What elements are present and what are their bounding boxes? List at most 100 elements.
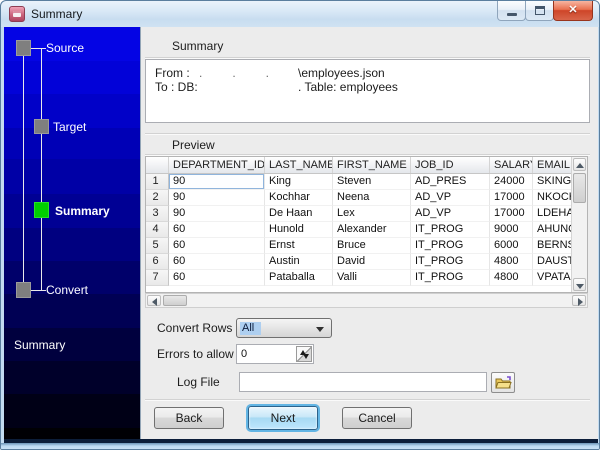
row-number[interactable]: 7: [146, 270, 169, 286]
table-cell[interactable]: DAUSTIN: [533, 254, 573, 270]
scroll-down-button[interactable]: [573, 278, 586, 291]
table-cell[interactable]: Alexander: [333, 222, 411, 238]
divider: [145, 133, 590, 134]
preview-table: DEPARTMENT_ID LAST_NAME FIRST_NAME JOB_ID SA…: [145, 156, 588, 293]
row-number[interactable]: 6: [146, 254, 169, 270]
table-cell[interactable]: AD_VP: [411, 190, 490, 206]
table-row: 390De HaanLexAD_VP17000LDEHAAN: [146, 206, 587, 222]
table-cell[interactable]: Lex: [333, 206, 411, 222]
step-marker-target: [34, 119, 49, 134]
log-file-label: Log File: [177, 375, 220, 389]
browse-log-file-button[interactable]: [491, 372, 515, 393]
table-cell[interactable]: IT_PROG: [411, 238, 490, 254]
spinner-control[interactable]: [296, 346, 312, 362]
table-cell[interactable]: AD_PRES: [411, 174, 490, 190]
sidebar-step-target: Target: [53, 120, 87, 134]
table-header-row: DEPARTMENT_ID LAST_NAME FIRST_NAME JOB_ID SA…: [146, 157, 587, 174]
table-cell[interactable]: King: [265, 174, 333, 190]
table-cell[interactable]: NKOCHH: [533, 190, 573, 206]
row-number[interactable]: 3: [146, 206, 169, 222]
table-cell[interactable]: 17000: [490, 190, 533, 206]
scroll-up-button[interactable]: [573, 158, 586, 171]
errors-to-allow-input[interactable]: 0: [236, 344, 314, 364]
log-file-input[interactable]: [239, 372, 487, 392]
table-cell[interactable]: 90: [169, 174, 265, 190]
back-button[interactable]: Back: [154, 407, 224, 429]
table-cell[interactable]: VPATABA: [533, 270, 573, 286]
table-cell[interactable]: AD_VP: [411, 206, 490, 222]
table-cell[interactable]: 9000: [490, 222, 533, 238]
table-cell[interactable]: Austin: [265, 254, 333, 270]
next-button[interactable]: Next: [248, 406, 318, 430]
table-cell[interactable]: 24000: [490, 174, 533, 190]
table-row: 560ErnstBruceIT_PROG6000BERNST: [146, 238, 587, 254]
column-header-department_id[interactable]: DEPARTMENT_ID: [169, 157, 265, 173]
table-row: 660AustinDavidIT_PROG4800DAUSTIN: [146, 254, 587, 270]
row-number[interactable]: 4: [146, 222, 169, 238]
table-cell[interactable]: 4800: [490, 270, 533, 286]
table-cell[interactable]: AHUNOL: [533, 222, 573, 238]
wizard-window: Summary ✕ Source Target Summary Convert …: [0, 0, 600, 450]
scroll-right-icon: [578, 298, 583, 306]
table-cell[interactable]: 6000: [490, 238, 533, 254]
scroll-right-button[interactable]: [572, 295, 586, 306]
table-body: 1 90 King Steven AD_PRES 24000 SKING 2 90 Kochhar…: [146, 174, 587, 286]
minimize-button[interactable]: [497, 1, 526, 21]
table-cell[interactable]: IT_PROG: [411, 254, 490, 270]
spinner-down-icon[interactable]: [303, 354, 309, 359]
table-cell[interactable]: Neena: [333, 190, 411, 206]
column-header-email[interactable]: EMAIL: [533, 157, 573, 173]
scroll-down-icon: [576, 284, 584, 289]
table-cell[interactable]: 90: [169, 190, 265, 206]
table-cell[interactable]: 60: [169, 270, 265, 286]
horizontal-scrollbar[interactable]: [145, 293, 588, 308]
scroll-left-button[interactable]: [147, 295, 161, 306]
step-marker-summary: [34, 202, 49, 218]
table-cell[interactable]: Pataballa: [265, 270, 333, 286]
row-number[interactable]: 2: [146, 190, 169, 206]
table-cell[interactable]: LDEHAAN: [533, 206, 573, 222]
table-cell[interactable]: 4800: [490, 254, 533, 270]
table-cell[interactable]: IT_PROG: [411, 270, 490, 286]
column-header-last_name[interactable]: LAST_NAME: [265, 157, 333, 173]
row-number[interactable]: 1: [146, 174, 169, 190]
maximize-button[interactable]: [525, 1, 554, 21]
table-cell[interactable]: 60: [169, 254, 265, 270]
table-cell[interactable]: Steven: [333, 174, 411, 190]
table-cell[interactable]: David: [333, 254, 411, 270]
title-bar[interactable]: Summary ✕: [1, 1, 599, 27]
app-icon-glyph: [13, 11, 21, 17]
table-cell[interactable]: Valli: [333, 270, 411, 286]
corner-header-cell: [146, 157, 169, 173]
convert-rows-value: All: [240, 322, 262, 335]
table-cell[interactable]: Bruce: [333, 238, 411, 254]
table-cell[interactable]: Hunold: [265, 222, 333, 238]
cancel-button[interactable]: Cancel: [342, 407, 412, 429]
convert-rows-select[interactable]: All: [236, 318, 332, 338]
row-number[interactable]: 5: [146, 238, 169, 254]
horizontal-scroll-thumb[interactable]: [163, 295, 187, 306]
table-cell[interactable]: De Haan: [265, 206, 333, 222]
table-cell[interactable]: 90: [169, 206, 265, 222]
vertical-scrollbar[interactable]: [571, 157, 587, 292]
table-cell[interactable]: 17000: [490, 206, 533, 222]
column-header-salary[interactable]: SALARY: [490, 157, 533, 173]
close-button[interactable]: ✕: [553, 1, 593, 21]
table-row: 290KochharNeenaAD_VP17000NKOCHH: [146, 190, 587, 206]
column-header-job_id[interactable]: JOB_ID: [411, 157, 490, 173]
table-cell[interactable]: Kochhar: [265, 190, 333, 206]
sidebar-step-convert: Convert: [46, 283, 89, 297]
table-cell[interactable]: Ernst: [265, 238, 333, 254]
sidebar-footer-label: Summary: [14, 338, 66, 352]
vertical-scroll-thumb[interactable]: [573, 173, 586, 203]
table-row: 760PataballaValliIT_PROG4800VPATABA: [146, 270, 587, 286]
table-cell[interactable]: BERNST: [533, 238, 573, 254]
step-marker-convert: [16, 282, 31, 298]
table-cell[interactable]: 60: [169, 238, 265, 254]
table-cell[interactable]: IT_PROG: [411, 222, 490, 238]
step-connector-line: [41, 48, 42, 290]
wizard-sidebar: Source Target Summary Convert Summary: [4, 27, 140, 443]
table-cell[interactable]: 60: [169, 222, 265, 238]
table-cell[interactable]: SKING: [533, 174, 573, 190]
column-header-first_name[interactable]: FIRST_NAME: [333, 157, 411, 173]
